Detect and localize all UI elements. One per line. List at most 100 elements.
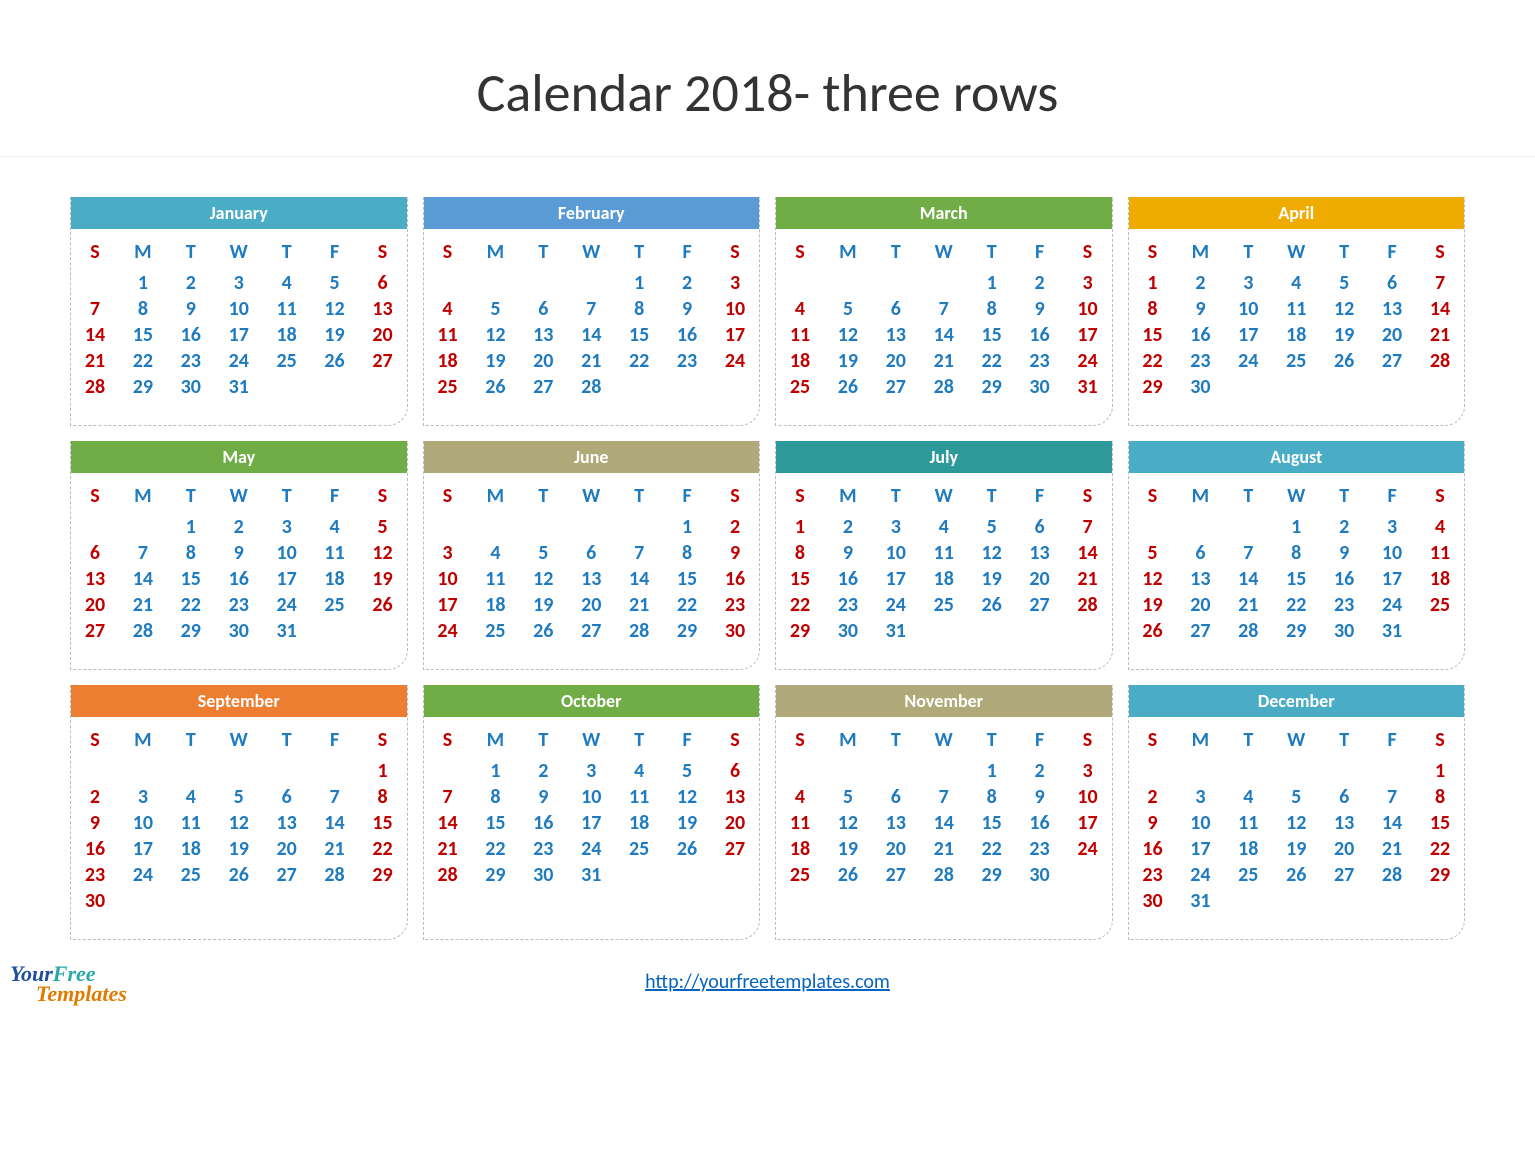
day-cell: 14 <box>615 566 663 592</box>
day-cell: 1 <box>119 270 167 296</box>
day-cell: 14 <box>71 322 119 348</box>
day-cell: 18 <box>1224 836 1272 862</box>
day-cell: 12 <box>968 540 1016 566</box>
dow-header: W <box>1272 239 1320 270</box>
empty-cell <box>1064 862 1112 888</box>
day-cell: 18 <box>776 836 824 862</box>
day-cell: 27 <box>71 618 119 644</box>
dow-header: T <box>1320 483 1368 514</box>
day-cell: 11 <box>920 540 968 566</box>
day-cell: 25 <box>1224 862 1272 888</box>
dow-header: F <box>311 483 359 514</box>
source-link[interactable]: http://yourfreetemplates.com <box>645 970 890 994</box>
day-cell: 12 <box>215 810 263 836</box>
month-header: March <box>776 197 1112 229</box>
day-cell: 16 <box>519 810 567 836</box>
day-cell: 26 <box>215 862 263 888</box>
day-cell: 10 <box>711 296 759 322</box>
day-cell: 21 <box>920 836 968 862</box>
dow-header: T <box>167 727 215 758</box>
dow-header: M <box>471 483 519 514</box>
day-cell: 31 <box>872 618 920 644</box>
day-cell: 27 <box>519 374 567 400</box>
empty-cell <box>1272 374 1320 400</box>
month-box: DecemberSMTWTFS1234567891011121314151617… <box>1128 685 1466 940</box>
day-cell: 16 <box>1176 322 1224 348</box>
day-cell: 18 <box>167 836 215 862</box>
day-cell: 10 <box>567 784 615 810</box>
dow-header: S <box>776 727 824 758</box>
dow-header: T <box>615 727 663 758</box>
dow-header: M <box>119 239 167 270</box>
day-cell: 22 <box>119 348 167 374</box>
day-cell: 4 <box>1224 784 1272 810</box>
empty-cell <box>424 758 472 784</box>
day-cell: 24 <box>711 348 759 374</box>
day-cell: 7 <box>1368 784 1416 810</box>
dow-header: S <box>71 483 119 514</box>
day-cell: 31 <box>1176 888 1224 914</box>
empty-cell <box>615 862 663 888</box>
day-cell: 18 <box>424 348 472 374</box>
day-cell: 13 <box>71 566 119 592</box>
day-cell: 9 <box>1016 784 1064 810</box>
day-cell: 5 <box>968 514 1016 540</box>
empty-cell <box>1176 514 1224 540</box>
day-cell: 12 <box>519 566 567 592</box>
day-cell: 24 <box>1176 862 1224 888</box>
day-cell: 14 <box>920 810 968 836</box>
dow-header: T <box>872 239 920 270</box>
dow-header: T <box>263 727 311 758</box>
day-cell: 2 <box>1320 514 1368 540</box>
day-cell: 8 <box>615 296 663 322</box>
dow-header: T <box>1224 483 1272 514</box>
day-cell: 1 <box>359 758 407 784</box>
empty-cell <box>519 270 567 296</box>
day-cell: 15 <box>471 810 519 836</box>
day-cell: 23 <box>1016 836 1064 862</box>
day-cell: 11 <box>776 810 824 836</box>
day-cell: 23 <box>519 836 567 862</box>
month-table: SMTWTFS123456789101112131415161718192021… <box>776 483 1112 644</box>
day-cell: 19 <box>824 836 872 862</box>
empty-cell <box>263 888 311 914</box>
day-cell: 30 <box>1016 374 1064 400</box>
dow-header: S <box>424 483 472 514</box>
empty-cell <box>119 888 167 914</box>
day-cell: 28 <box>1224 618 1272 644</box>
dow-header: S <box>424 727 472 758</box>
dow-header: T <box>968 483 1016 514</box>
day-cell: 4 <box>1416 514 1464 540</box>
day-cell: 1 <box>471 758 519 784</box>
empty-cell <box>71 270 119 296</box>
month-header: May <box>71 441 407 473</box>
day-cell: 26 <box>968 592 1016 618</box>
day-cell: 26 <box>663 836 711 862</box>
empty-cell <box>263 374 311 400</box>
day-cell: 5 <box>824 784 872 810</box>
day-cell: 13 <box>263 810 311 836</box>
day-cell: 24 <box>215 348 263 374</box>
month-header: July <box>776 441 1112 473</box>
day-cell: 18 <box>311 566 359 592</box>
empty-cell <box>167 758 215 784</box>
day-cell: 22 <box>1416 836 1464 862</box>
day-cell: 12 <box>824 810 872 836</box>
day-cell: 26 <box>1129 618 1177 644</box>
dow-header: T <box>1224 727 1272 758</box>
day-cell: 24 <box>263 592 311 618</box>
dow-header: T <box>1320 727 1368 758</box>
day-cell: 11 <box>615 784 663 810</box>
day-cell: 23 <box>824 592 872 618</box>
dow-header: W <box>567 727 615 758</box>
day-cell: 8 <box>167 540 215 566</box>
day-cell: 5 <box>311 270 359 296</box>
day-cell: 29 <box>167 618 215 644</box>
dow-header: T <box>872 727 920 758</box>
month-header: April <box>1129 197 1465 229</box>
day-cell: 2 <box>215 514 263 540</box>
day-cell: 11 <box>167 810 215 836</box>
day-cell: 22 <box>968 836 1016 862</box>
dow-header: F <box>1016 727 1064 758</box>
day-cell: 16 <box>1016 322 1064 348</box>
